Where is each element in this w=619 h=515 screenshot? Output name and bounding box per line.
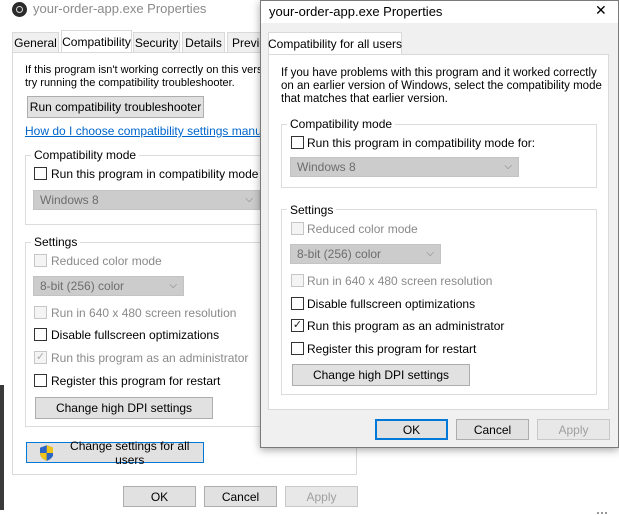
back-ok-label: OK bbox=[150, 489, 169, 504]
resize-grip-icon[interactable] bbox=[597, 509, 607, 514]
tab-details[interactable]: Details bbox=[182, 32, 225, 52]
back-register-restart-checkbox[interactable] bbox=[34, 374, 47, 387]
back-compat-select-value: Windows 8 bbox=[40, 193, 99, 207]
tab-security[interactable]: Security bbox=[133, 32, 180, 52]
desktop-strip bbox=[0, 385, 4, 510]
front-run-640-checkbox bbox=[291, 274, 304, 287]
tab-details-label: Details bbox=[185, 35, 222, 50]
back-run-640-label: Run in 640 x 480 screen resolution bbox=[51, 306, 237, 320]
front-disable-fullscreen-label: Disable fullscreen optimizations bbox=[307, 297, 476, 311]
front-compat-checkbox-label: Run this program in compatibility mode f… bbox=[307, 136, 536, 150]
back-cancel-label: Cancel bbox=[221, 489, 260, 504]
tab-compatibility-all-users-label: Compatibility for all users bbox=[267, 37, 403, 51]
front-reduced-color-label: Reduced color mode bbox=[307, 222, 418, 236]
front-compat-select-value: Windows 8 bbox=[297, 160, 356, 174]
back-compat-select: Windows 8 ⌵ bbox=[33, 190, 260, 210]
front-high-dpi-label: Change high DPI settings bbox=[312, 368, 450, 382]
back-intro-line1: If this program isn't working correctly … bbox=[25, 64, 278, 76]
chevron-down-icon: ⌵ bbox=[169, 279, 177, 291]
back-run-admin-label: Run this program as an administrator bbox=[51, 351, 249, 365]
back-color-select: 8-bit (256) color ⌵ bbox=[33, 276, 184, 296]
front-run-admin-label: Run this program as an administrator bbox=[307, 319, 505, 333]
front-register-restart-label: Register this program for restart bbox=[307, 342, 477, 356]
back-run-admin-checkbox: ✓ bbox=[34, 351, 47, 364]
chevron-down-icon: ⌵ bbox=[504, 160, 512, 172]
back-intro-line2: try running the compatibility troublesho… bbox=[25, 77, 235, 89]
back-window-title: your-order-app.exe Properties bbox=[33, 1, 207, 16]
back-reduced-color-label: Reduced color mode bbox=[51, 254, 162, 268]
checkmark-icon: ✓ bbox=[292, 319, 303, 331]
front-intro-line2: on an earlier version of Windows, select… bbox=[281, 80, 602, 92]
back-disable-fullscreen-label: Disable fullscreen optimizations bbox=[51, 328, 220, 342]
back-apply-button: Apply bbox=[285, 486, 358, 507]
back-high-dpi-label: Change high DPI settings bbox=[55, 401, 193, 415]
close-icon[interactable]: ✕ bbox=[595, 2, 607, 19]
back-compat-checkbox-label: Run this program in compatibility mode f… bbox=[51, 167, 280, 181]
tab-compatibility-all-users[interactable]: Compatibility for all users bbox=[268, 32, 402, 55]
uac-shield-icon bbox=[40, 444, 54, 461]
front-settings-group-title: Settings bbox=[287, 203, 337, 217]
back-cancel-button[interactable]: Cancel bbox=[204, 486, 277, 507]
front-ok-label: OK bbox=[402, 422, 421, 437]
front-apply-button: Apply bbox=[537, 419, 610, 440]
front-ok-button[interactable]: OK bbox=[375, 419, 448, 440]
front-color-select-value: 8-bit (256) color bbox=[297, 247, 382, 261]
back-settings-group-title: Settings bbox=[31, 235, 81, 249]
help-link[interactable]: How do I choose compatibility settings m… bbox=[25, 124, 286, 138]
chevron-down-icon: ⌵ bbox=[245, 193, 253, 205]
back-run-640-checkbox bbox=[34, 306, 47, 319]
front-color-select: 8-bit (256) color ⌵ bbox=[290, 244, 441, 264]
front-reduced-color-checkbox bbox=[291, 222, 304, 235]
front-disable-fullscreen-checkbox[interactable] bbox=[291, 297, 304, 310]
back-reduced-color-checkbox bbox=[34, 254, 47, 267]
front-compat-group-title: Compatibility mode bbox=[287, 117, 396, 131]
back-compat-checkbox[interactable] bbox=[34, 167, 47, 180]
change-settings-all-users-label: Change settings for all users bbox=[70, 438, 190, 467]
back-compat-group-title: Compatibility mode bbox=[31, 148, 140, 162]
front-window-title: your-order-app.exe Properties bbox=[269, 4, 443, 19]
front-compat-group bbox=[281, 124, 597, 188]
front-intro-line1: If you have problems with this program a… bbox=[281, 67, 597, 79]
front-high-dpi-button[interactable]: Change high DPI settings bbox=[292, 364, 470, 386]
app-icon bbox=[12, 2, 27, 17]
front-register-restart-checkbox[interactable] bbox=[291, 342, 304, 355]
tab-compatibility[interactable]: Compatibility bbox=[61, 30, 132, 52]
front-run-admin-checkbox[interactable]: ✓ bbox=[291, 319, 304, 332]
tab-general[interactable]: General bbox=[12, 32, 59, 52]
run-troubleshooter-button[interactable]: Run compatibility troubleshooter bbox=[27, 96, 204, 118]
front-compat-select: Windows 8 ⌵ bbox=[290, 157, 519, 177]
back-high-dpi-button[interactable]: Change high DPI settings bbox=[35, 397, 213, 419]
chevron-down-icon: ⌵ bbox=[426, 247, 434, 259]
front-cancel-button[interactable]: Cancel bbox=[456, 419, 529, 440]
tab-general-label: General bbox=[14, 35, 57, 50]
front-apply-label: Apply bbox=[558, 422, 589, 437]
run-troubleshooter-label: Run compatibility troubleshooter bbox=[29, 100, 202, 114]
front-intro-line3: that matches that earlier version. bbox=[281, 93, 448, 105]
front-run-640-label: Run in 640 x 480 screen resolution bbox=[307, 274, 493, 288]
front-cancel-label: Cancel bbox=[473, 422, 512, 437]
tab-security-label: Security bbox=[134, 35, 179, 50]
front-title-bar: your-order-app.exe Properties ✕ bbox=[261, 1, 618, 23]
back-apply-label: Apply bbox=[306, 489, 337, 504]
back-disable-fullscreen-checkbox[interactable] bbox=[34, 328, 47, 341]
change-settings-all-users-button[interactable]: Change settings for all users bbox=[26, 439, 204, 467]
checkmark-icon: ✓ bbox=[35, 351, 46, 363]
back-ok-button[interactable]: OK bbox=[123, 486, 196, 507]
front-compat-checkbox[interactable] bbox=[291, 136, 304, 149]
back-register-restart-label: Register this program for restart bbox=[51, 374, 221, 388]
tab-compatibility-label: Compatibility bbox=[62, 34, 131, 49]
back-color-select-value: 8-bit (256) color bbox=[40, 279, 125, 293]
front-properties-window: your-order-app.exe Properties ✕ Compatib… bbox=[260, 0, 619, 448]
